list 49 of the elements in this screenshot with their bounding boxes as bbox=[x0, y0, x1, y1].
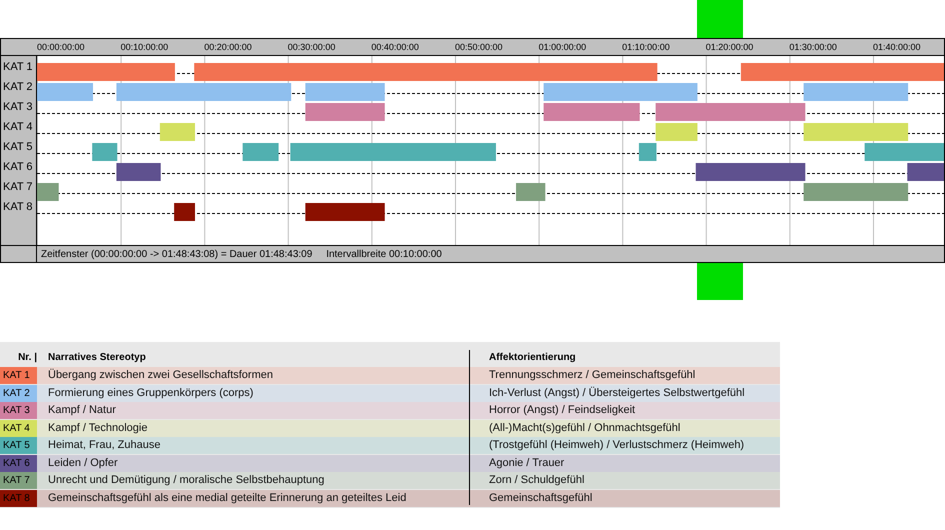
category-swatch: KAT 1 bbox=[0, 367, 37, 384]
time-tick-label: 00:50:00:00 bbox=[454, 41, 503, 54]
column-header: Nr. | bbox=[18, 350, 37, 364]
time-tick-label: 00:20:00:00 bbox=[204, 41, 252, 54]
table-cell: Trennungsschmerz / Gemeinschaftsgefühl bbox=[489, 369, 696, 382]
table-cell: Gemeinschaftsgefühl als eine medial geteilte Erinnerung an geteiltes Leid bbox=[48, 492, 406, 504]
time-tick-label: 00:10:00:00 bbox=[120, 41, 168, 54]
table-cell: Unrecht und Demütigung / moralische Selbstbehauptung bbox=[48, 474, 324, 486]
table-cell: Agonie / Trauer bbox=[489, 456, 564, 469]
marker-block bbox=[697, 0, 743, 38]
time-tick-label: 01:30:00:00 bbox=[789, 41, 837, 54]
table-cell: Leiden / Opfer bbox=[48, 456, 118, 469]
category-swatch: KAT 3 bbox=[0, 402, 37, 419]
table-cell: Übergang zwischen zwei Gesellschaftsformen bbox=[48, 369, 273, 382]
table-cell: Zorn / Schuldgefühl bbox=[489, 474, 584, 486]
category-label: KAT 7 bbox=[2, 180, 33, 194]
category-label: KAT 8 bbox=[2, 200, 33, 214]
category-label: KAT 5 bbox=[2, 140, 33, 154]
column-header: Narratives Stereotyp bbox=[48, 352, 146, 362]
column-header: Affektorientierung bbox=[489, 352, 576, 362]
table-cell: Heimat, Frau, Zuhause bbox=[48, 439, 160, 452]
table-cell: Kampf / Natur bbox=[48, 404, 116, 416]
status-text: Zeitfenster (00:00:00:00 -> 01:48:43:08) = Dauer 01:48:43:09 Intervallbreite 00:10:00:00 bbox=[40, 248, 442, 262]
time-tick-label: 00:00:00:00 bbox=[37, 41, 85, 54]
table-cell: (All-)Macht(s)gefühl / Ohnmachtsgefühl bbox=[489, 422, 680, 434]
table-cell: (Trostgefühl (Heimweh) / Verlustschmerz (Heimweh) bbox=[489, 439, 744, 452]
time-tick-label: 01:00:00:00 bbox=[538, 41, 586, 54]
table-cell: Gemeinschaftsgefühl bbox=[489, 492, 592, 504]
category-swatch: KAT 2 bbox=[0, 384, 37, 402]
table-cell: Kampf / Technologie bbox=[48, 422, 148, 434]
category-label: KAT 3 bbox=[2, 100, 33, 114]
category-label: KAT 4 bbox=[2, 120, 33, 134]
table-cell: Horror (Angst) / Feindseligkeit bbox=[489, 404, 636, 416]
time-tick-label: 00:30:00:00 bbox=[288, 41, 336, 54]
time-tick-label: 01:40:00:00 bbox=[872, 41, 920, 54]
category-label: KAT 1 bbox=[2, 60, 33, 74]
category-label: KAT 2 bbox=[2, 80, 33, 94]
marker-block bbox=[697, 263, 743, 300]
category-swatch: KAT 7 bbox=[0, 472, 37, 489]
category-swatch: KAT 6 bbox=[0, 454, 37, 472]
time-tick-label: 01:10:00:00 bbox=[622, 41, 670, 54]
time-tick-label: 00:40:00:00 bbox=[371, 41, 419, 54]
table-cell: Formierung eines Gruppenkörpers (corps) bbox=[48, 386, 254, 399]
category-swatch: KAT 4 bbox=[0, 420, 37, 436]
category-swatch: KAT 5 bbox=[0, 437, 37, 454]
time-tick-label: 01:20:00:00 bbox=[706, 41, 754, 54]
table-cell: Ich-Verlust (Angst) / Übersteigertes Selbstwertgefühl bbox=[489, 386, 745, 399]
category-label: KAT 6 bbox=[2, 160, 33, 174]
category-swatch: KAT 8 bbox=[0, 490, 37, 506]
